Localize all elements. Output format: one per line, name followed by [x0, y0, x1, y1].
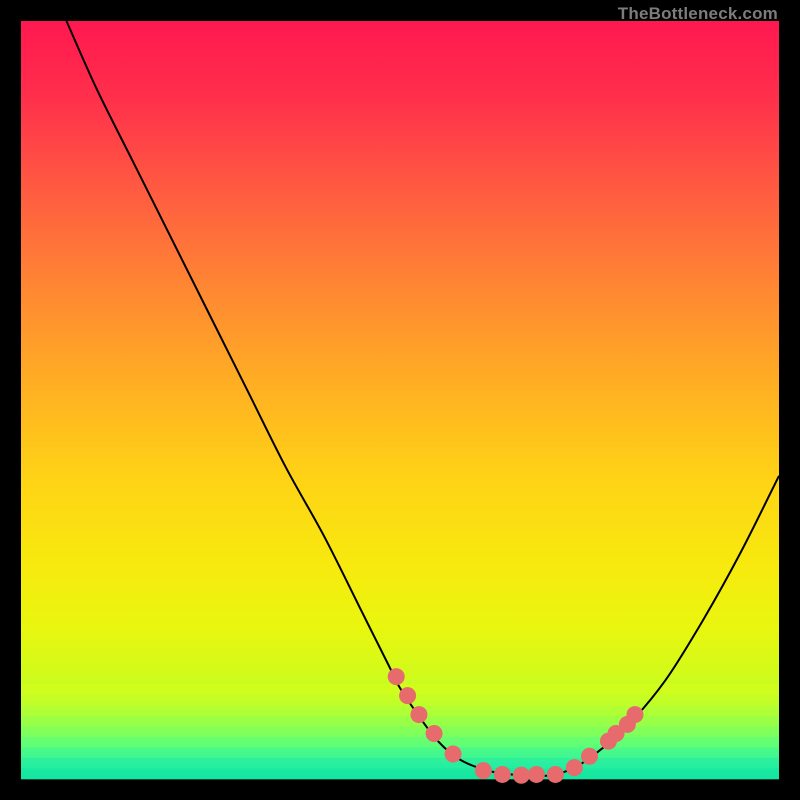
highlight-dot	[388, 668, 405, 685]
highlight-dot	[445, 745, 462, 762]
highlight-dot	[528, 766, 545, 783]
highlight-dot	[581, 748, 598, 765]
watermark-text: TheBottleneck.com	[618, 4, 778, 24]
highlight-dot	[566, 759, 583, 776]
highlight-dot	[475, 762, 492, 779]
highlight-dot	[547, 766, 564, 783]
highlight-dot	[410, 706, 427, 723]
highlight-dot	[494, 766, 511, 783]
bottleneck-chart	[0, 0, 800, 800]
highlight-dot	[426, 725, 443, 742]
highlight-dot	[626, 706, 643, 723]
highlight-dot	[399, 687, 416, 704]
chart-stage: TheBottleneck.com	[0, 0, 800, 800]
highlight-dot	[513, 767, 530, 784]
gradient-background	[21, 21, 779, 779]
